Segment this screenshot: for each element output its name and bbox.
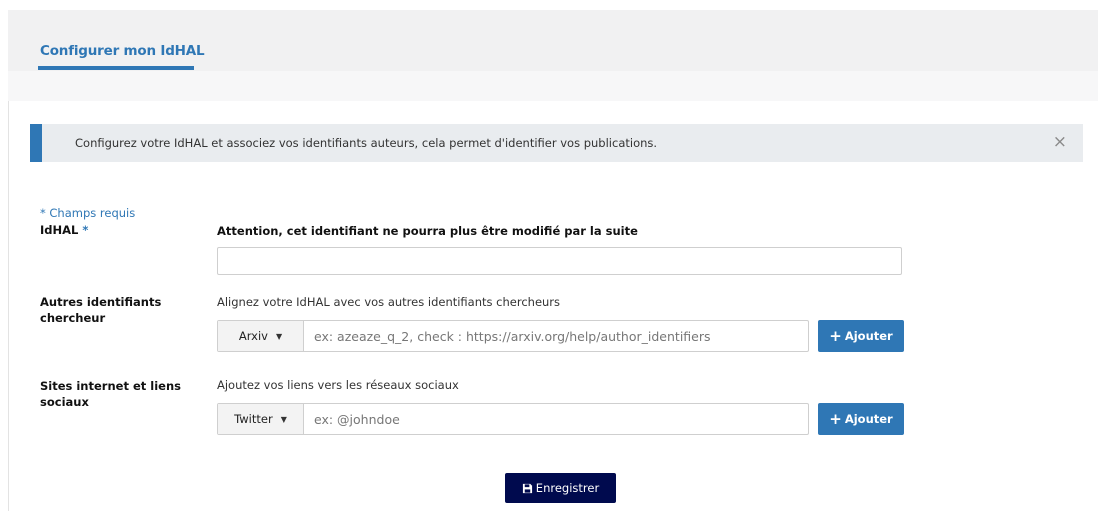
required-star: *: [82, 223, 89, 237]
idhal-input[interactable]: [217, 247, 902, 275]
chevron-down-icon: ▼: [275, 331, 283, 341]
other-ids-type-value: Arxiv: [238, 329, 268, 343]
other-ids-hint: Alignez votre IdHAL avec vos autres iden…: [217, 295, 561, 309]
save-button[interactable]: Enregistrer: [505, 473, 616, 503]
other-ids-placeholder: ex: azeaze_q_2, check : https://arxiv.or…: [314, 328, 711, 344]
other-ids-input-group: Arxiv ▼ ex: azeaze_q_2, check : https://…: [217, 320, 809, 352]
required-fields-note: * Champs requis: [40, 206, 136, 220]
alert-accent-bar: [30, 124, 42, 162]
social-hint: Ajoutez vos liens vers les réseaux socia…: [217, 378, 459, 392]
social-label: Sites internet et liens sociaux: [40, 378, 181, 410]
idhal-warning: Attention, cet identifiant ne pourra plu…: [217, 224, 638, 238]
info-alert: Configurez votre IdHAL et associez vos i…: [30, 124, 1083, 162]
social-label-line1: Sites internet et liens: [40, 379, 181, 393]
add-social-label: Ajouter: [844, 412, 893, 426]
save-button-label: Enregistrer: [535, 481, 600, 495]
other-ids-type-dropdown[interactable]: Arxiv ▼: [218, 321, 304, 351]
other-ids-label-line2: chercheur: [40, 311, 106, 325]
other-ids-label: Autres identifiants chercheur: [40, 294, 161, 326]
page-header-band: [8, 10, 1098, 71]
social-type-dropdown[interactable]: Twitter ▼: [218, 404, 304, 434]
content-left-border: [8, 101, 9, 511]
close-icon[interactable]: ×: [1053, 133, 1067, 151]
social-placeholder: ex: @johndoe: [314, 411, 400, 427]
idhal-label: IdHAL *: [40, 222, 88, 238]
social-type-value: Twitter: [234, 412, 273, 426]
plus-icon: +: [829, 410, 842, 428]
floppy-disk-icon: [522, 483, 532, 493]
chevron-down-icon: ▼: [280, 414, 287, 424]
other-ids-label-line1: Autres identifiants: [40, 295, 162, 309]
alert-message: Configurez votre IdHAL et associez vos i…: [75, 136, 658, 150]
add-social-link-button[interactable]: + Ajouter: [818, 403, 904, 435]
add-identifier-label: Ajouter: [844, 329, 893, 343]
social-label-line2: sociaux: [40, 395, 89, 409]
social-input-group: Twitter ▼ ex: @johndoe: [217, 403, 809, 435]
plus-icon: +: [829, 327, 842, 345]
active-tab-indicator: [38, 66, 194, 70]
add-identifier-button[interactable]: + Ajouter: [818, 320, 904, 352]
tab-configurer-idhal[interactable]: Configurer mon IdHAL: [40, 43, 205, 59]
idhal-label-text: IdHAL: [40, 223, 79, 237]
other-ids-input[interactable]: ex: azeaze_q_2, check : https://arxiv.or…: [304, 321, 808, 351]
social-input[interactable]: ex: @johndoe: [304, 404, 808, 434]
header-subband: [8, 71, 1098, 101]
